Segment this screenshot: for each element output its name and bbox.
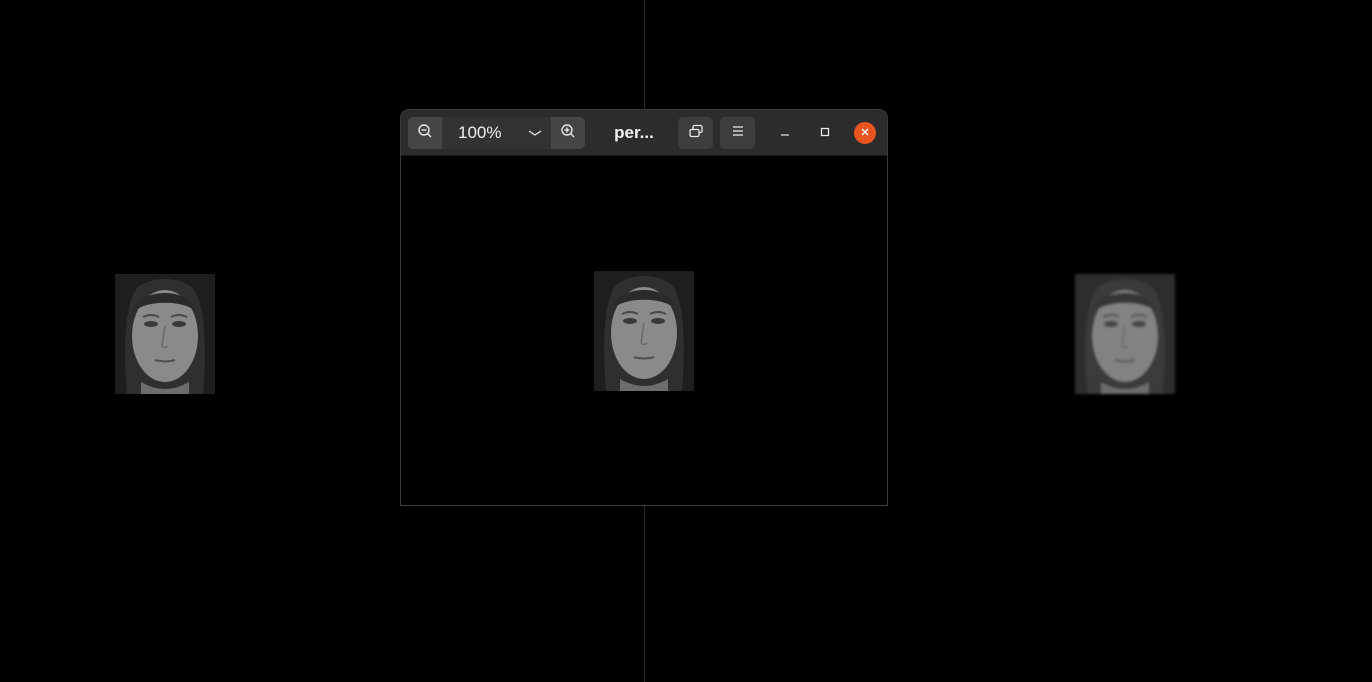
zoom-out-icon <box>417 123 433 144</box>
main-menu-button[interactable] <box>720 117 755 149</box>
close-button[interactable] <box>854 122 876 144</box>
zoom-level-dropdown[interactable]: 100% <box>442 117 551 149</box>
close-icon <box>860 124 870 142</box>
zoom-out-button[interactable] <box>408 117 442 149</box>
gallery-icon <box>688 123 704 144</box>
zoom-level-value: 100% <box>458 123 502 142</box>
zoom-in-button[interactable] <box>551 117 585 149</box>
maximize-icon <box>820 124 830 142</box>
displayed-image <box>594 271 694 391</box>
hamburger-menu-icon <box>731 124 745 143</box>
minimize-button[interactable] <box>774 122 796 144</box>
zoom-controls: 100% <box>408 117 585 149</box>
chevron-down-icon <box>527 125 543 146</box>
face-thumbnail-right <box>1075 274 1175 394</box>
zoom-in-icon <box>560 123 576 144</box>
gallery-button[interactable] <box>678 117 713 149</box>
minimize-icon <box>780 124 790 142</box>
maximize-button[interactable] <box>814 122 836 144</box>
headerbar: 100% per... <box>401 110 887 156</box>
face-thumbnail-left <box>115 274 215 394</box>
desktop: 100% per... <box>0 0 1372 682</box>
window-title: per... <box>614 123 654 142</box>
